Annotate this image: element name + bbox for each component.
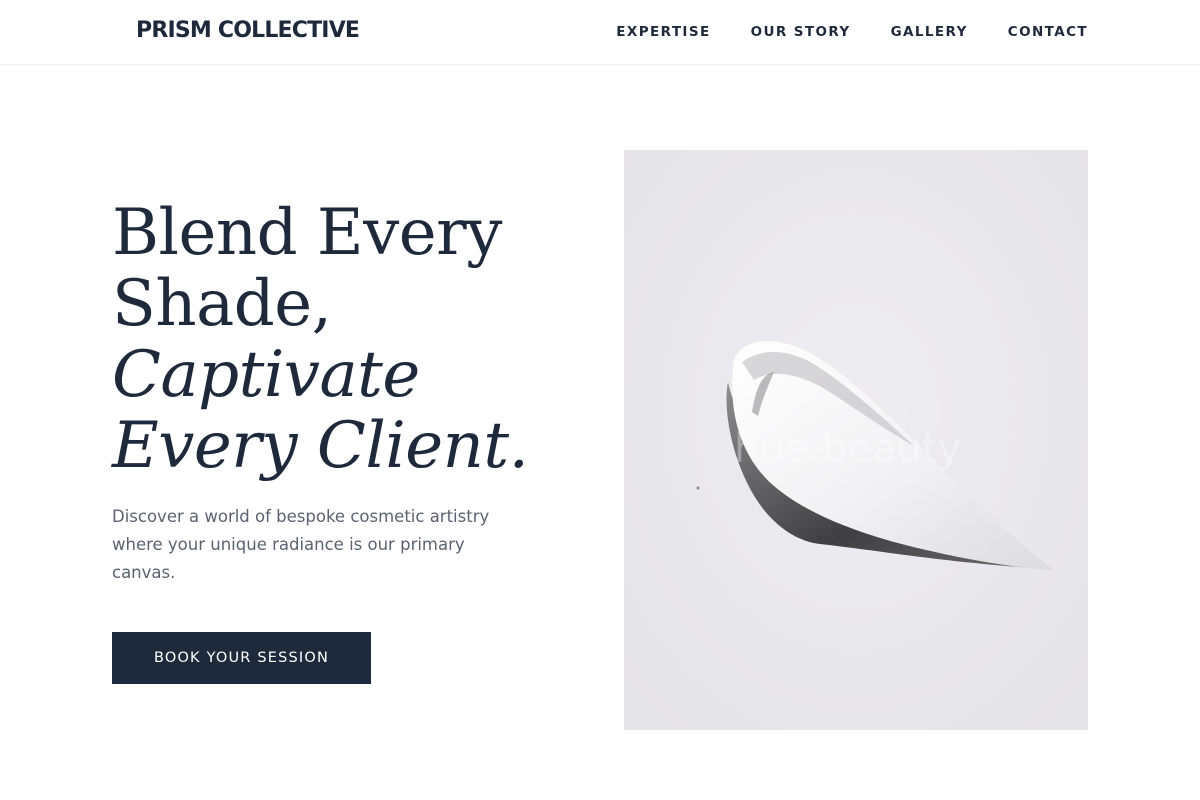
headline-line-3: Captivate <box>112 338 420 412</box>
hero-headline: Blend Every Shade, Captivate Every Clien… <box>112 198 552 482</box>
hero-image: hue.beauty <box>624 150 1088 730</box>
nav-link-gallery[interactable]: GALLERY <box>891 23 968 41</box>
cream-swatch-illustration: hue.beauty <box>624 150 1088 730</box>
nav-link-expertise[interactable]: EXPERTISE <box>616 23 710 41</box>
main-nav: EXPERTISE OUR STORY GALLERY CONTACT <box>616 23 1088 41</box>
headline-line-1: Blend Every <box>112 196 502 270</box>
watermark-text: hue.beauty <box>734 426 961 472</box>
brand-logo[interactable]: PRISM COLLECTIVE <box>136 16 360 46</box>
headline-line-4: Every Client. <box>112 409 529 483</box>
headline-line-2: Shade, <box>112 267 332 341</box>
site-header: PRISM COLLECTIVE EXPERTISE OUR STORY GAL… <box>0 0 1200 65</box>
nav-link-contact[interactable]: CONTACT <box>1008 23 1088 41</box>
hero-subtext: Discover a world of bespoke cosmetic art… <box>112 507 490 582</box>
nav-link-our-story[interactable]: OUR STORY <box>751 23 851 41</box>
hero-text: Blend Every Shade, Captivate Every Clien… <box>112 198 552 587</box>
book-session-button[interactable]: BOOK YOUR SESSION <box>112 632 371 684</box>
